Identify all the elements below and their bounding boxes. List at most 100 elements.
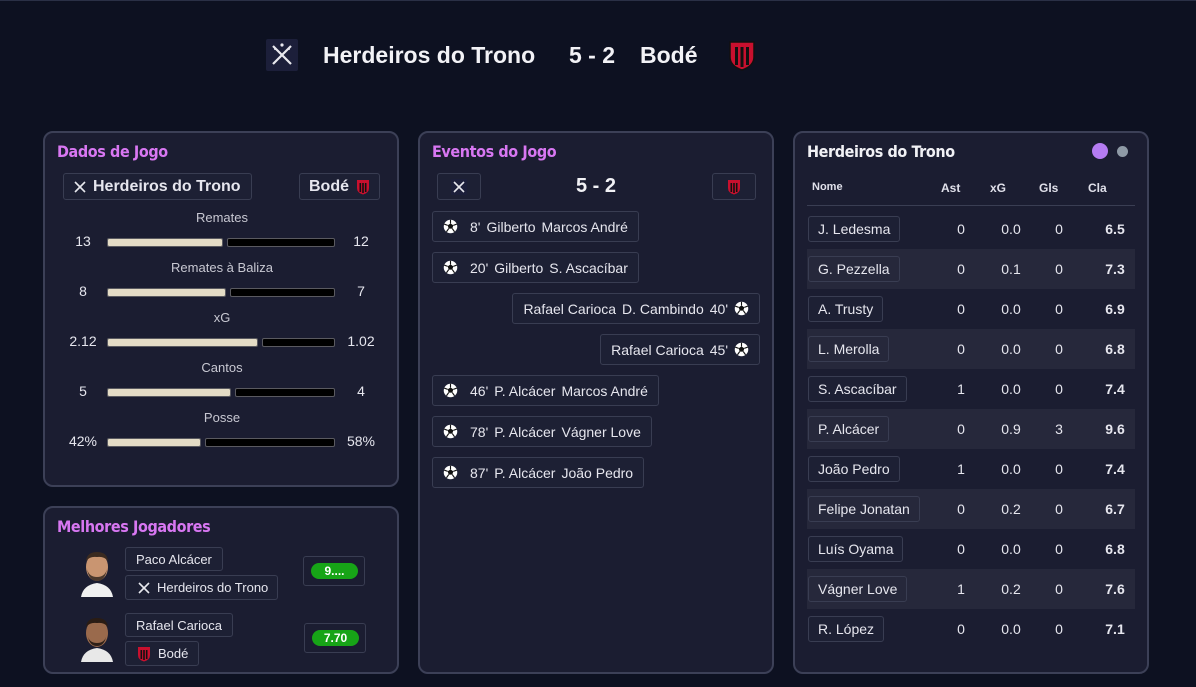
stat-label: xG [213,310,231,325]
soccer-ball-icon [734,301,749,316]
player-assists: 1 [957,381,965,397]
stat-row: 87 [45,282,399,302]
header-divider [807,205,1135,206]
player-name[interactable]: S. Ascacíbar [808,376,907,402]
stat-label: Posse [203,410,241,425]
home-crest-icon [138,581,150,594]
event-assist: João Pedro [561,464,634,481]
stat-home-fill [108,239,222,246]
table-row[interactable]: Vágner Love 1 0.2 0 7.6 [807,569,1135,609]
player-name[interactable]: Luís Oyama [808,536,904,562]
player-name[interactable]: G. Pezzella [808,256,900,282]
player-name[interactable]: J. Ledesma [808,216,901,242]
player-name[interactable]: R. López [808,616,885,642]
table-row[interactable]: S. Ascacíbar 1 0.0 0 7.4 [807,369,1135,409]
away-crest-icon [138,646,150,661]
rating-badge: 9.... [303,556,365,586]
table-row[interactable]: R. López 0 0.0 0 7.1 [807,609,1135,649]
player-rating: 7.1 [1105,621,1125,637]
player-xg: 0.0 [1001,221,1021,237]
event-assist: Marcos André [541,218,628,235]
player-name[interactable]: L. Merolla [808,336,890,362]
home-team-name: Herdeiros do Trono [323,42,536,68]
player-xg: 0.9 [1001,421,1021,437]
best-player-name-chip[interactable]: Paco Alcácer [125,547,223,571]
goal-event[interactable]: Rafael Carioca D. Cambindo 40' [512,293,760,324]
away-team-chip[interactable] [712,173,756,200]
panel-title: Herdeiros do Trono [807,142,955,161]
stat-home-fill [108,439,200,446]
event-minute: 78' [470,423,489,440]
event-assist: S. Ascacíbar [549,259,628,276]
player-goals: 0 [1055,541,1063,557]
event-minute: 46' [470,382,489,399]
stat-row: 54 [45,382,399,402]
home-team-label: Herdeiros do Trono [93,177,241,195]
table-row[interactable]: G. Pezzella 0 0.1 0 7.3 [807,249,1135,289]
home-crest-icon [74,180,86,193]
table-row[interactable]: João Pedro 1 0.0 0 7.4 [807,449,1135,489]
table-row[interactable]: J. Ledesma 0 0.0 0 6.5 [807,209,1135,249]
home-team-dot[interactable] [1092,143,1108,159]
player-name[interactable]: Felipe Jonatan [808,496,920,522]
player-name[interactable]: P. Alcácer [808,416,890,442]
player-name[interactable]: Vágner Love [808,576,908,602]
player-goals: 0 [1055,381,1063,397]
table-row[interactable]: Felipe Jonatan 0 0.2 0 6.7 [807,489,1135,529]
stat-away-value: 58% [346,433,376,449]
best-players-panel: Melhores Jogadores Paco Alcácer Herdeiro… [43,506,399,674]
goal-event[interactable]: 78' P. Alcácer Vágner Love [432,416,652,447]
lineup-panel: Herdeiros do Trono Nome Ast xG Gls Cla J… [793,131,1149,674]
soccer-ball-icon [443,260,458,275]
player-xg: 0.0 [1001,621,1021,637]
best-player-team-chip[interactable]: Herdeiros do Trono [125,575,279,600]
goal-event[interactable]: 46' P. Alcácer Marcos André [432,375,659,406]
table-row[interactable]: A. Trusty 0 0.0 0 6.9 [807,289,1135,329]
away-crest-icon [357,179,369,194]
player-xg: 0.0 [1001,461,1021,477]
table-row[interactable]: Luís Oyama 0 0.0 0 6.8 [807,529,1135,569]
player-goals: 0 [1055,221,1063,237]
stat-home-fill [108,289,225,296]
goal-event[interactable]: 20' Gilberto S. Ascacíbar [432,252,639,283]
away-team-chip[interactable]: Bodé [299,173,380,200]
player-assists: 0 [957,541,965,557]
table-row[interactable]: P. Alcácer 0 0.9 3 9.6 [807,409,1135,449]
away-team-label: Bodé [309,177,349,195]
goal-event[interactable]: 87' P. Alcácer João Pedro [432,457,645,488]
stat-home-value: 42% [68,433,98,449]
home-team-chip[interactable]: Herdeiros do Trono [63,173,252,200]
player-goals: 0 [1055,261,1063,277]
player-rating: 6.8 [1105,341,1125,357]
player-rating: 9.6 [1105,421,1125,437]
player-name[interactable]: João Pedro [808,456,900,482]
best-player-team-chip[interactable]: Bodé [125,641,200,666]
goal-event[interactable]: 8' Gilberto Marcos André [432,211,639,242]
panel-title: Eventos do Jogo [432,142,557,161]
stat-row: 13 12 [45,232,399,252]
away-team-dot[interactable] [1117,146,1128,157]
event-assist: Vágner Love [561,423,641,440]
best-player-name-chip[interactable]: Rafael Carioca [125,613,233,637]
player-rating: 7.4 [1105,461,1125,477]
table-row[interactable]: L. Merolla 0 0.0 0 6.8 [807,329,1135,369]
col-header-xg: xG [990,181,1007,195]
event-assist: Marcos André [561,382,648,399]
soccer-ball-icon [443,219,458,234]
player-rating: 6.8 [1105,541,1125,557]
stat-label: Cantos [201,360,243,375]
player-avatar [81,552,113,597]
panel-title: Melhores Jogadores [57,517,211,536]
col-header-cla: Cla [1088,181,1107,195]
event-scorer: D. Cambindo [622,300,704,317]
stat-home-value: 2.12 [69,333,97,349]
player-goals: 0 [1055,301,1063,317]
best-player-name: Rafael Carioca [136,617,222,633]
match-events-panel: Eventos do Jogo 5 - 2 8' Gilberto Marcos A… [418,131,774,674]
stat-home-value: 8 [79,283,87,299]
rating-value: 9.... [311,563,358,579]
goal-event[interactable]: Rafael Carioca 45' [600,334,760,365]
player-name[interactable]: A. Trusty [808,296,884,322]
soccer-ball-icon [443,424,458,439]
stat-label: Remates [195,210,249,225]
